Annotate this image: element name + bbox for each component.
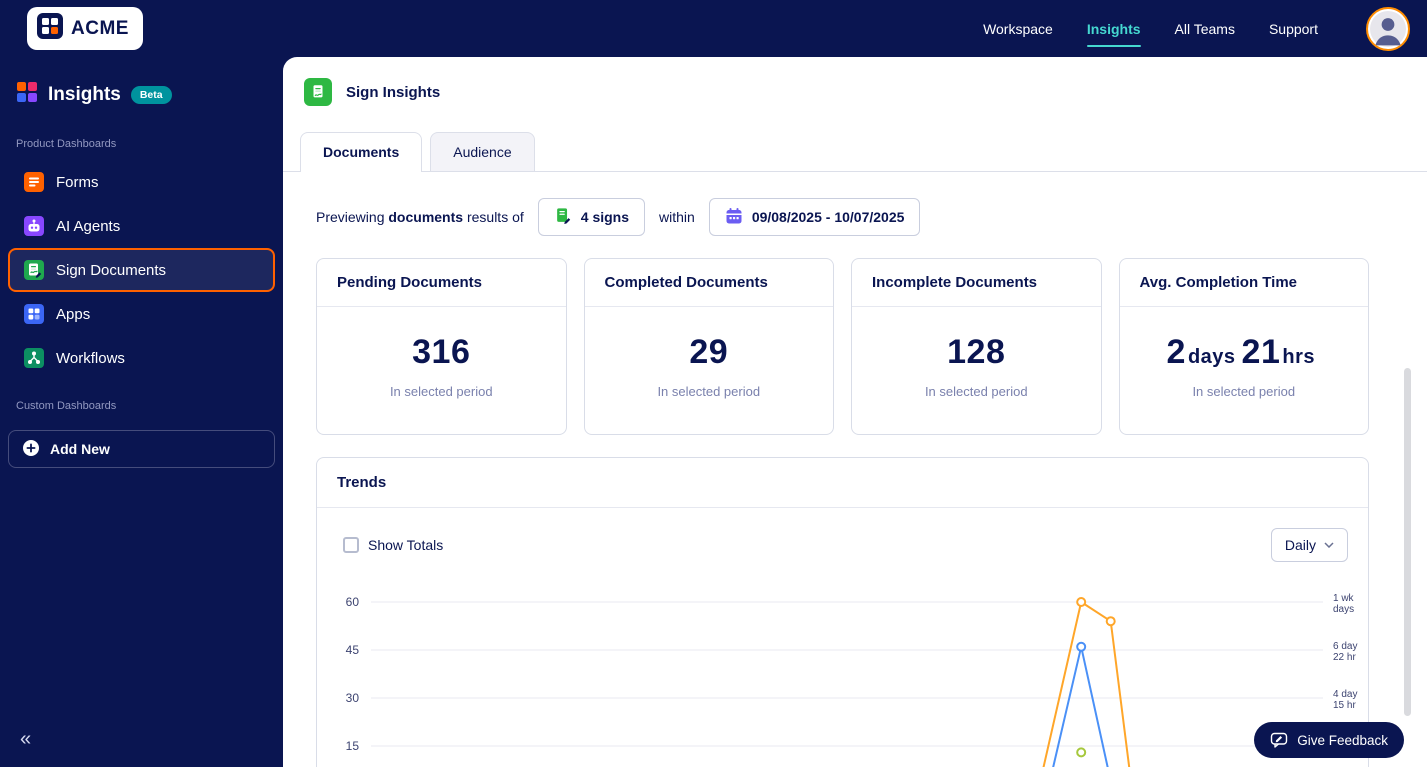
stat-card-incomplete: Incomplete Documents 128 In selected per…: [851, 258, 1102, 435]
sidebar-item-label: Sign Documents: [56, 261, 167, 279]
tab-documents[interactable]: Documents: [300, 132, 423, 172]
svg-text:1 wk: 1 wk: [1333, 593, 1355, 604]
trends-card: Trends Show Totals Daily 60 45 30 15 1 wk day…: [316, 457, 1369, 767]
trends-controls: Show Totals Daily: [317, 508, 1368, 562]
nav-workspace[interactable]: Workspace: [983, 21, 1053, 37]
insights-icon: [16, 81, 38, 108]
beta-badge: Beta: [130, 85, 172, 104]
topbar: ACME Workspace Insights All Teams Suppor…: [0, 0, 1427, 57]
svg-text:6 day: 6 day: [1333, 641, 1357, 652]
stats-row: Pending Documents 316 In selected period…: [316, 258, 1369, 435]
stat-title: Incomplete Documents: [852, 259, 1101, 307]
svg-text:15 hr: 15 hr: [1333, 700, 1356, 711]
signs-filter-button[interactable]: 4 signs: [537, 198, 646, 236]
show-totals-control: Show Totals: [343, 537, 443, 553]
main-header: Sign Insights: [304, 78, 1427, 106]
trends-chart-area: 60 45 30 15 1 wk days 6 day 22 hr 4 day 15 hr: [317, 578, 1369, 767]
svg-text:days: days: [1333, 604, 1354, 615]
nav-support[interactable]: Support: [1269, 21, 1318, 37]
svg-text:22 hr: 22 hr: [1333, 652, 1356, 663]
sidebar-item-ai-agents[interactable]: AI Agents: [8, 204, 275, 248]
ai-agents-icon: [24, 216, 44, 236]
stat-value: 2 days 21 hrs: [1166, 333, 1315, 371]
apps-icon: [24, 304, 44, 324]
give-feedback-label: Give Feedback: [1297, 732, 1388, 748]
sidebar-header: Insights Beta: [0, 57, 283, 118]
tab-bar: Documents Audience: [283, 132, 1427, 172]
sidebar-item-label: Workflows: [56, 349, 125, 367]
stat-value: 29: [689, 333, 729, 371]
stat-card-avg-completion-time: Avg. Completion Time 2 days 21 hrs In selec…: [1118, 258, 1369, 435]
add-new-button[interactable]: Add New: [8, 430, 275, 468]
app-root: ACME Workspace Insights All Teams Suppor…: [0, 0, 1427, 767]
sidebar-item-forms[interactable]: Forms: [8, 160, 275, 204]
sidebar-item-label: AI Agents: [56, 217, 121, 235]
give-feedback-button[interactable]: Give Feedback: [1254, 722, 1404, 758]
nav-insights[interactable]: Insights: [1086, 21, 1141, 47]
stat-caption: In selected period: [657, 384, 761, 399]
filter-prefix: Previewing documents results of: [316, 209, 524, 225]
sidebar-item-label: Apps: [56, 305, 91, 323]
sign-documents-icon: [24, 260, 44, 280]
svg-text:4 day: 4 day: [1333, 689, 1357, 700]
top-navigation: Workspace Insights All Teams Support: [983, 6, 1410, 51]
date-range-value: 09/08/2025 - 10/07/2025: [751, 209, 905, 225]
acme-logo[interactable]: ACME: [27, 7, 143, 50]
show-totals-label: Show Totals: [368, 537, 444, 553]
svg-text:60: 60: [346, 595, 360, 609]
stat-caption: In selected period: [924, 384, 1028, 399]
sidebar-item-apps[interactable]: Apps: [8, 292, 275, 336]
section-custom-dashboards: Custom Dashboards: [16, 400, 117, 412]
page-title: Sign Insights: [346, 83, 441, 101]
nav-all-teams[interactable]: All Teams: [1175, 21, 1235, 37]
sidebar-item-workflows[interactable]: Workflows: [8, 336, 275, 380]
add-new-label: Add New: [50, 441, 110, 457]
sidebar: Insights Beta Product Dashboards Forms A…: [0, 57, 283, 767]
calendar-icon: [725, 207, 743, 228]
stat-card-pending: Pending Documents 316 In selected period: [316, 258, 567, 435]
person-icon: [1375, 17, 1401, 45]
stat-value: 316: [412, 333, 471, 371]
granularity-select[interactable]: Daily: [1270, 528, 1348, 562]
trends-title: Trends: [317, 458, 1368, 508]
trends-line-chart[interactable]: 60 45 30 15 1 wkdays 6 day22 hr 4 day15 hr: [317, 578, 1369, 767]
stat-caption: In selected period: [1192, 384, 1296, 399]
workflows-icon: [24, 348, 44, 368]
sidebar-title: Insights: [48, 83, 121, 105]
within-label: within: [659, 209, 695, 225]
chevron-down-icon: [1324, 542, 1334, 548]
sign-document-icon: [554, 207, 572, 228]
stat-value: 128: [947, 333, 1006, 371]
sidebar-item-label: Forms: [56, 173, 99, 191]
stat-caption: In selected period: [389, 384, 493, 399]
show-totals-checkbox[interactable]: [343, 537, 359, 553]
stat-title: Avg. Completion Time: [1119, 259, 1368, 307]
filter-row: Previewing documents results of 4 signs …: [316, 198, 1427, 236]
plus-icon: [22, 439, 40, 460]
sidebar-item-sign-documents[interactable]: Sign Documents: [8, 248, 275, 292]
acme-logo-text: ACME: [71, 17, 129, 39]
feedback-bubble-icon: [1271, 732, 1288, 748]
date-range-button[interactable]: 09/08/2025 - 10/07/2025: [708, 198, 921, 236]
stat-title: Pending Documents: [317, 259, 566, 307]
svg-text:15: 15: [346, 739, 360, 753]
main-panel: Sign Insights Documents Audience Preview…: [283, 57, 1427, 767]
svg-text:30: 30: [346, 691, 360, 705]
scrollbar-thumb[interactable]: [1404, 368, 1411, 716]
svg-text:45: 45: [346, 643, 360, 657]
stat-card-completed: Completed Documents 29 In selected perio…: [583, 258, 834, 435]
user-avatar[interactable]: [1366, 6, 1410, 51]
sidebar-collapse-button[interactable]: «: [20, 728, 31, 751]
section-product-dashboards: Product Dashboards: [16, 138, 117, 150]
signs-filter-value: 4 signs: [580, 209, 630, 225]
acme-logo-icon: [37, 13, 63, 44]
tab-audience[interactable]: Audience: [430, 132, 535, 171]
forms-icon: [24, 172, 44, 192]
stat-title: Completed Documents: [584, 259, 833, 307]
sign-insights-icon: [304, 78, 332, 106]
